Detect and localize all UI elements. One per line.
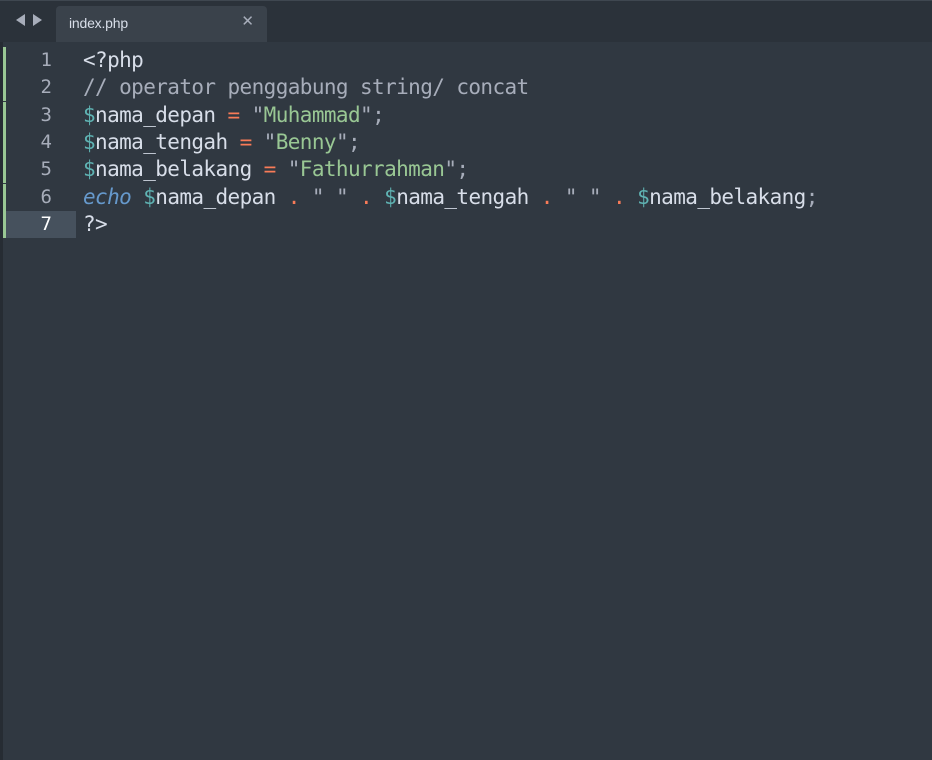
code-token: $	[83, 102, 96, 127]
code-line[interactable]: 1 <?php	[0, 47, 932, 74]
line-number: 1	[40, 49, 52, 71]
editor-window: index.php ✕ 1 <?php 2 // operator penggabun…	[0, 0, 932, 760]
code-text: echo $nama_depan . " " . $nama_tengah . …	[83, 184, 818, 211]
line-number: 6	[40, 185, 52, 208]
code-token: nama_tengah	[396, 184, 541, 209]
code-token: =	[263, 157, 277, 182]
code-token: "	[287, 157, 301, 182]
code-token: .	[613, 184, 626, 209]
code-token: =	[239, 129, 253, 154]
code-token: $	[143, 184, 156, 209]
code-token: "	[263, 129, 277, 154]
code-text: <?php	[83, 47, 144, 74]
code-line[interactable]: 4 $nama_tengah = "Benny";	[0, 128, 932, 156]
code-text: // operator penggabung string/ concat	[83, 74, 529, 101]
code-token: ;	[456, 157, 469, 182]
code-token: =	[227, 102, 241, 127]
code-token: echo	[83, 184, 132, 209]
code-line[interactable]: 5 $nama_belakang = "Fathurrahman";	[0, 156, 932, 184]
tab-label: index.php	[69, 15, 128, 31]
line-number: 7	[40, 212, 52, 235]
code-token: $	[384, 184, 397, 209]
code-token: "	[251, 102, 265, 127]
code-token: nama_tengah	[95, 129, 240, 154]
close-icon[interactable]: ✕	[241, 14, 254, 29]
code-text: $nama_depan = "Muhammad";	[83, 102, 385, 129]
code-token: <?php	[83, 48, 144, 72]
code-token: nama_belakang	[649, 184, 806, 209]
code-text: ?>	[83, 211, 108, 238]
code-token: nama_depan	[155, 184, 288, 209]
code-token: .	[540, 184, 554, 209]
code-token: $	[83, 129, 96, 154]
code-token: ;	[805, 184, 819, 209]
code-token: nama_belakang	[95, 157, 264, 182]
code-token: .	[287, 184, 301, 209]
code-token: "	[335, 129, 349, 154]
tab-bar: index.php ✕	[0, 0, 932, 43]
code-line[interactable]: 7 ?>	[0, 210, 932, 238]
code-token: ;	[347, 129, 361, 154]
code-text: $nama_belakang = "Fathurrahman";	[83, 156, 469, 183]
code-token: "	[360, 102, 373, 127]
code-token: " "	[564, 184, 602, 209]
line-number: 3	[40, 103, 52, 126]
code-text: $nama_tengah = "Benny";	[83, 129, 361, 156]
code-token: $	[637, 184, 650, 209]
code-line[interactable]: 6 echo $nama_depan . " " . $nama_tengah .…	[0, 183, 932, 211]
code-line[interactable]: 2 // operator penggabung string/ concat	[0, 74, 932, 102]
code-token: ;	[372, 102, 385, 127]
code-token: nama_depan	[95, 102, 228, 127]
code-token: Fathurrahman	[299, 157, 445, 182]
code-token: .	[360, 184, 373, 209]
code-token: Benny	[275, 129, 337, 154]
code-token: " "	[311, 184, 349, 209]
code-line[interactable]: 3 $nama_depan = "Muhammad";	[0, 101, 932, 129]
code-editor[interactable]: 1 <?php 2 // operator penggabung string/ co…	[0, 42, 932, 760]
code-token: "	[444, 157, 457, 182]
line-number: 2	[40, 76, 52, 99]
line-number: 4	[40, 130, 52, 153]
code-token: $	[83, 157, 96, 182]
chevron-right-icon[interactable]	[33, 14, 42, 26]
code-token: // operator penggabung string/ concat	[83, 75, 529, 100]
line-number: 5	[40, 158, 52, 181]
code-token: Muhammad	[263, 102, 361, 127]
code-token: ?>	[83, 211, 108, 236]
tab-index-php[interactable]: index.php ✕	[56, 6, 267, 43]
chevron-left-icon[interactable]	[16, 14, 25, 26]
